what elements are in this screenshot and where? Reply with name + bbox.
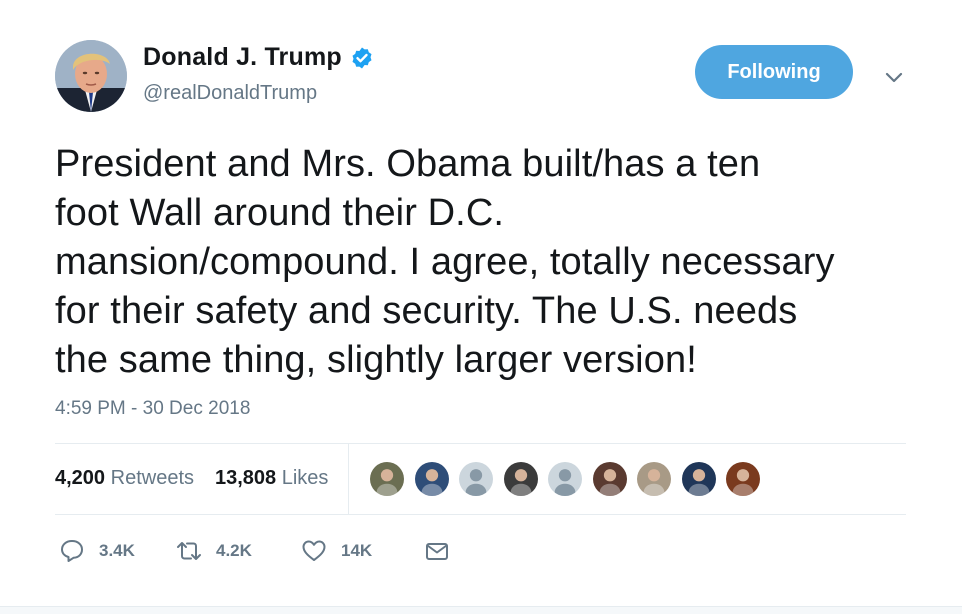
author-avatar[interactable] bbox=[55, 40, 127, 112]
heart-icon bbox=[302, 540, 326, 561]
retweet-count: 4.2K bbox=[216, 541, 252, 560]
default-avatar-icon bbox=[459, 462, 493, 496]
liker-avatar[interactable] bbox=[636, 461, 672, 497]
tweet-header: Donald J. Trump @realDonaldTrump Followi… bbox=[55, 38, 915, 114]
retweets-label: Retweets bbox=[110, 467, 194, 489]
retweet-icon bbox=[177, 542, 201, 560]
retweets-stat[interactable]: 4,200 Retweets bbox=[55, 467, 194, 490]
direct-message-button[interactable] bbox=[424, 535, 450, 567]
retweets-count: 4,200 bbox=[55, 467, 106, 489]
like-button[interactable]: 14K bbox=[301, 535, 372, 567]
liker-avatar[interactable] bbox=[458, 461, 494, 497]
verified-badge-icon bbox=[352, 47, 372, 68]
liker-avatar[interactable] bbox=[725, 461, 761, 497]
user-avatar-photo bbox=[726, 462, 760, 496]
user-avatar-photo bbox=[681, 462, 716, 496]
tweet-stats: 4,200 Retweets 13,808 Likes bbox=[55, 444, 906, 514]
likes-label: Likes bbox=[281, 467, 329, 489]
reply-count: 3.4K bbox=[99, 541, 135, 560]
chevron-down-icon[interactable] bbox=[883, 66, 905, 88]
like-count: 14K bbox=[341, 541, 373, 560]
liker-avatar[interactable] bbox=[547, 461, 583, 497]
default-avatar-icon bbox=[548, 462, 582, 496]
user-avatar-photo bbox=[592, 462, 627, 496]
tweet-text: President and Mrs. Obama built/has a ten… bbox=[55, 143, 835, 381]
reply-icon bbox=[61, 540, 83, 562]
liker-avatar[interactable] bbox=[680, 461, 717, 497]
user-avatar-photo bbox=[637, 462, 671, 496]
divider-bottom bbox=[55, 514, 906, 515]
profile-photo bbox=[55, 40, 127, 112]
author-name-row: Donald J. Trump bbox=[143, 43, 374, 72]
liker-avatar[interactable] bbox=[413, 461, 450, 497]
author-handle[interactable]: @realDonaldTrump bbox=[143, 82, 317, 105]
tweet-timestamp[interactable]: 4:59 PM - 30 Dec 2018 bbox=[55, 398, 250, 420]
user-avatar-photo bbox=[503, 462, 538, 496]
likes-stat[interactable]: 13,808 Likes bbox=[215, 467, 328, 490]
following-button[interactable]: Following bbox=[695, 45, 853, 99]
author-display-name[interactable]: Donald J. Trump bbox=[143, 43, 342, 72]
liker-avatar[interactable] bbox=[502, 461, 539, 497]
liker-avatar[interactable] bbox=[369, 461, 405, 497]
user-avatar-photo bbox=[414, 462, 449, 496]
user-avatar-photo bbox=[370, 462, 404, 496]
stats-separator bbox=[348, 444, 349, 514]
liker-avatar[interactable] bbox=[591, 461, 628, 497]
envelope-icon bbox=[426, 543, 448, 560]
tweet-actions: 3.4K 4.2K 14K bbox=[55, 535, 555, 567]
retweet-button[interactable]: 4.2K bbox=[176, 535, 252, 567]
likes-count: 13,808 bbox=[215, 467, 277, 489]
reply-button[interactable]: 3.4K bbox=[59, 535, 135, 567]
